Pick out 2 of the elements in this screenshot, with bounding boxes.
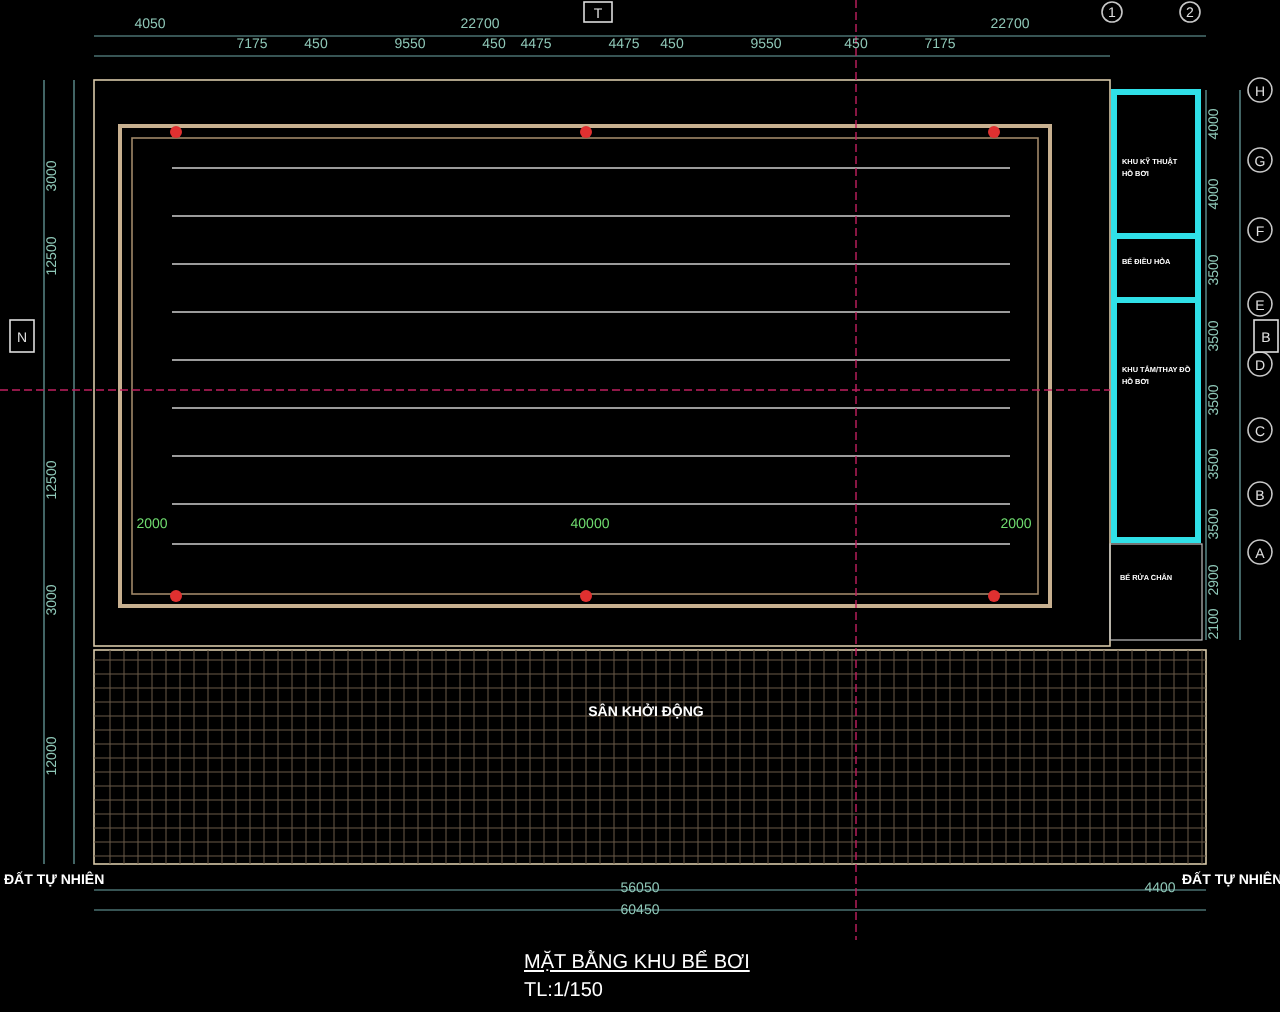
drawing-title: MẶT BẰNG KHU BỂ BƠI bbox=[524, 952, 750, 974]
drawing-scale: TL:1/150 bbox=[524, 980, 603, 1002]
